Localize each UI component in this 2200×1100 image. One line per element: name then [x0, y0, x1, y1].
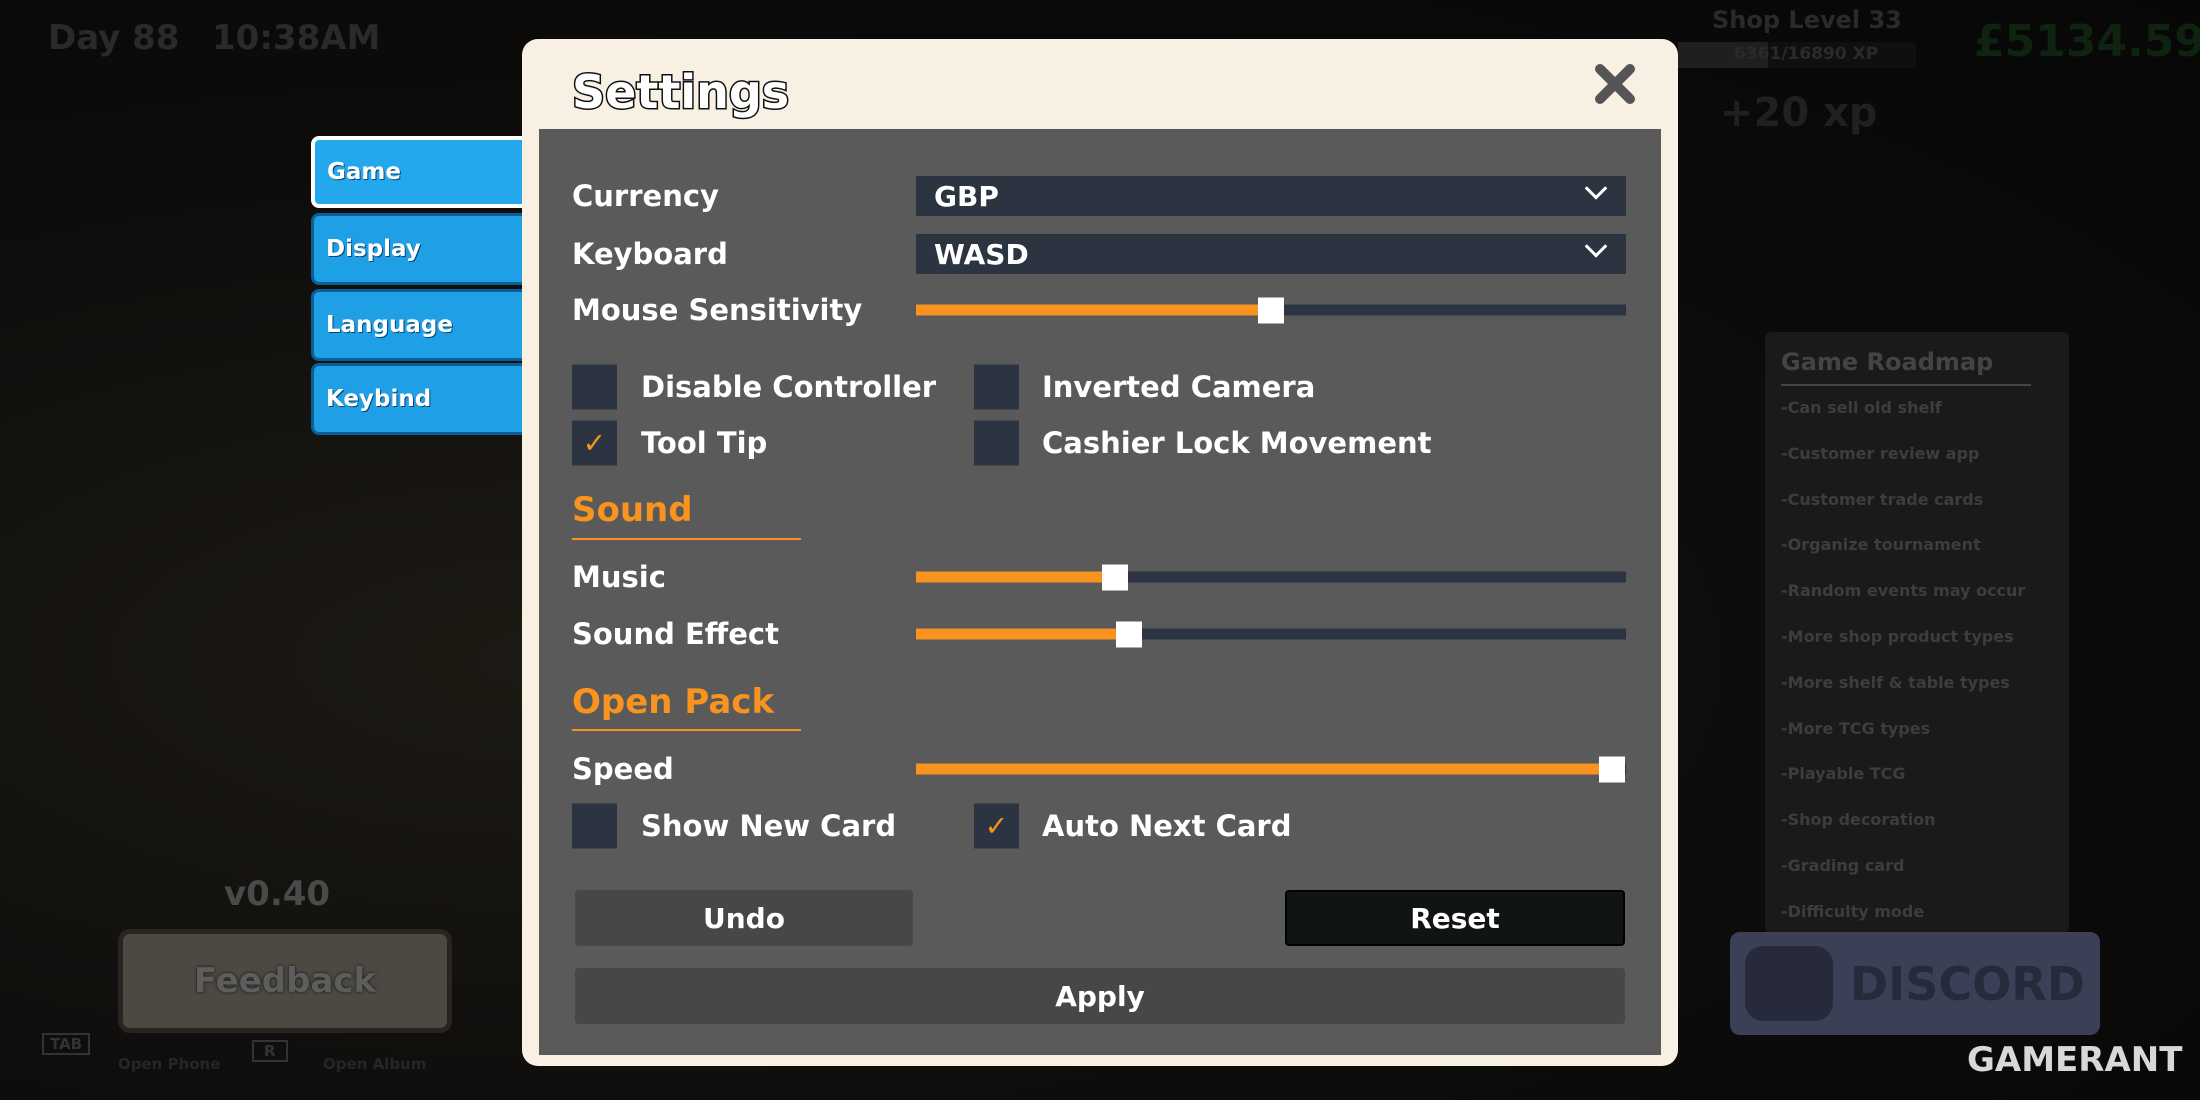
currency-label: Currency: [572, 179, 719, 213]
disable-controller-checkbox[interactable]: [572, 364, 617, 410]
roadmap-item: -Customer trade cards: [1781, 489, 1984, 509]
roadmap-item: -More shelf & table types: [1781, 672, 2010, 692]
cashier-lock-label: Cashier Lock Movement: [1042, 426, 1432, 460]
slider-handle[interactable]: [1116, 621, 1142, 647]
speed-label: Speed: [572, 752, 674, 786]
roadmap-item: -More TCG types: [1781, 718, 1931, 738]
feedback-button[interactable]: Feedback: [118, 929, 452, 1033]
inverted-camera-checkbox[interactable]: [974, 364, 1019, 410]
currency-dropdown[interactable]: GBP: [916, 176, 1626, 216]
undo-button[interactable]: Undo: [575, 890, 913, 946]
open-pack-section-title: Open Pack: [572, 682, 775, 722]
discord-button[interactable]: DISCORD: [1730, 932, 2100, 1035]
checkmark-icon: ✓: [582, 426, 607, 460]
discord-label: DISCORD: [1850, 956, 2085, 1011]
mouse-sensitivity-slider[interactable]: [916, 297, 1626, 323]
checkmark-icon: ✓: [984, 809, 1009, 843]
chevron-down-icon: [1584, 235, 1608, 258]
roadmap-item: -Organize tournament: [1781, 535, 1981, 555]
discord-icon: [1745, 946, 1833, 1021]
auto-next-card-checkbox[interactable]: ✓: [974, 803, 1019, 849]
slider-handle[interactable]: [1598, 756, 1625, 782]
keyboard-value: WASD: [934, 237, 1029, 271]
slider-fill: [916, 763, 1612, 775]
apply-button[interactable]: Apply: [575, 968, 1625, 1024]
keyboard-label: Keyboard: [572, 237, 728, 271]
divider: [572, 729, 801, 731]
mouse-sensitivity-label: Mouse Sensitivity: [572, 293, 863, 327]
roadmap-item: -More shop product types: [1781, 626, 2014, 646]
game-roadmap-panel: Game Roadmap -Can sell old shelf -Custom…: [1765, 332, 2069, 933]
dialog-title: Settings: [570, 64, 790, 121]
close-icon: [1595, 64, 1635, 104]
sound-effect-slider[interactable]: [916, 621, 1626, 647]
hint-key-tab: TAB: [42, 1033, 91, 1055]
tool-tip-label: Tool Tip: [641, 426, 768, 460]
sound-effect-label: Sound Effect: [572, 617, 779, 651]
currency-value: GBP: [934, 179, 999, 213]
close-button[interactable]: [1592, 61, 1638, 107]
keyboard-dropdown[interactable]: WASD: [916, 234, 1626, 274]
gamerant-watermark: GAMERANT: [1967, 1040, 2183, 1080]
tool-tip-checkbox[interactable]: ✓: [572, 420, 617, 466]
roadmap-item: -Customer review app: [1781, 443, 1980, 463]
hint-key-r: R: [252, 1040, 288, 1062]
speed-slider[interactable]: [916, 756, 1626, 782]
show-new-card-checkbox[interactable]: [572, 803, 617, 849]
roadmap-item: -Random events may occur: [1781, 581, 2026, 601]
show-new-card-label: Show New Card: [641, 809, 897, 843]
settings-dialog: Settings Currency GBP Keyboard WASD Mous…: [522, 39, 1678, 1066]
tab-label: Keybind: [326, 386, 432, 412]
tab-display[interactable]: Display: [311, 213, 526, 285]
xp-bar: 6361/16890 XP: [1678, 42, 1916, 68]
day-label: Day 88: [48, 18, 180, 58]
hint-open-album: Open Album: [323, 1055, 427, 1073]
version-label: v0.40: [224, 874, 331, 914]
tab-label: Language: [326, 312, 453, 338]
roadmap-item: -Playable TCG: [1781, 764, 1906, 784]
disable-controller-label: Disable Controller: [641, 370, 937, 404]
slider-fill: [916, 571, 1115, 583]
roadmap-item: -Grading card: [1781, 855, 1905, 875]
chevron-down-icon: [1584, 177, 1608, 200]
roadmap-item: -Can sell old shelf: [1781, 398, 1942, 417]
settings-panel: Currency GBP Keyboard WASD Mouse Sensiti…: [539, 129, 1661, 1055]
cashier-lock-checkbox[interactable]: [974, 420, 1019, 466]
music-slider[interactable]: [916, 564, 1626, 590]
tab-language[interactable]: Language: [311, 289, 526, 361]
shop-level: Shop Level 33: [1712, 6, 1902, 34]
slider-handle[interactable]: [1101, 564, 1128, 590]
slider-fill: [916, 628, 1129, 640]
inverted-camera-label: Inverted Camera: [1042, 370, 1316, 404]
money-label: £5134.59: [1974, 16, 2200, 67]
hint-open-phone: Open Phone: [118, 1055, 221, 1073]
auto-next-card-label: Auto Next Card: [1042, 809, 1292, 843]
tab-label: Game: [327, 159, 401, 185]
music-label: Music: [572, 560, 666, 594]
tab-label: Display: [326, 236, 421, 262]
reset-button[interactable]: Reset: [1285, 890, 1625, 946]
roadmap-item: -Shop decoration: [1781, 810, 1936, 830]
tab-game[interactable]: Game: [311, 136, 526, 208]
slider-fill: [916, 304, 1271, 316]
tab-keybind[interactable]: Keybind: [311, 363, 526, 435]
roadmap-title: Game Roadmap: [1781, 348, 2031, 386]
divider: [572, 538, 801, 540]
time-label: 10:38AM: [212, 18, 381, 58]
xp-text: 6361/16890 XP: [1734, 44, 1879, 64]
sound-section-title: Sound: [572, 490, 693, 530]
slider-handle[interactable]: [1258, 297, 1284, 323]
xp-gain: +20 xp: [1720, 90, 1878, 136]
